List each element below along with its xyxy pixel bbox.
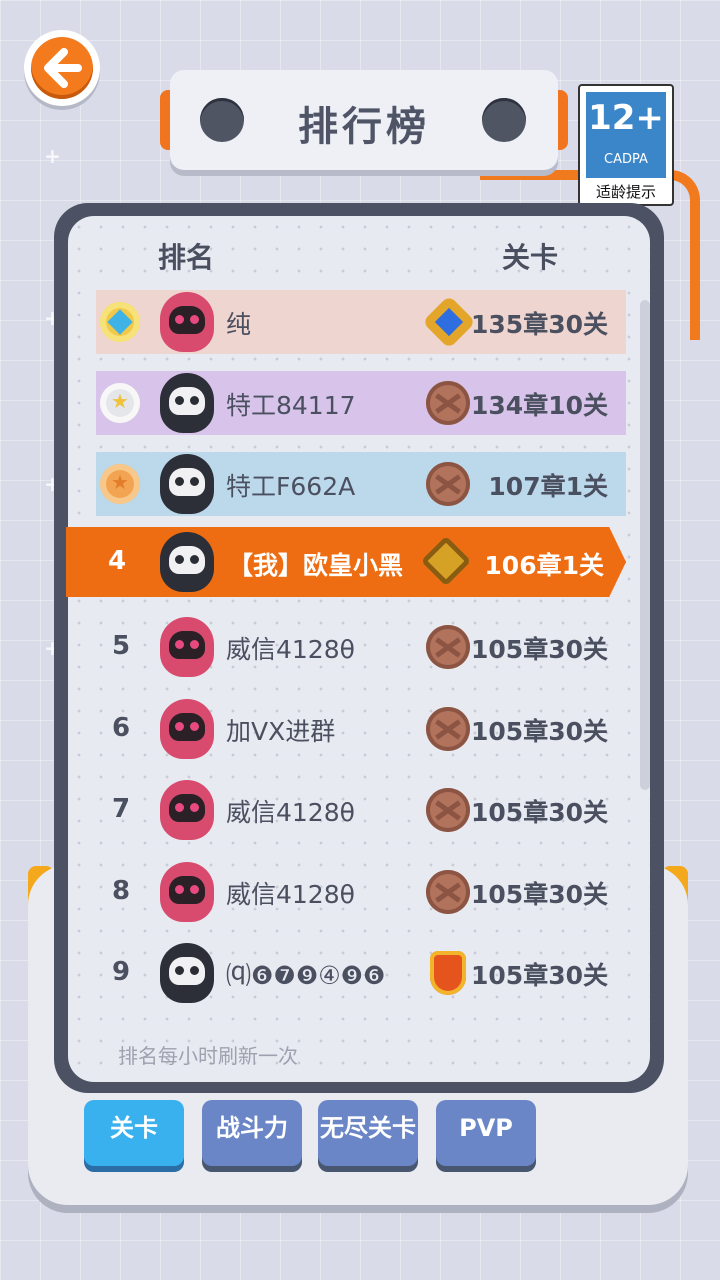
leaderboard-row: 纯 135章30关 [96, 290, 626, 354]
player-avatar [160, 780, 214, 840]
player-avatar [160, 532, 214, 592]
player-level: 105章30关 [471, 635, 608, 664]
title-plate: 排行榜 [170, 70, 558, 170]
my-rank-row: 4 【我】欧皇小黑 106章1关 [66, 527, 626, 597]
player-name: 【我】欧皇小黑 [228, 551, 404, 580]
bronze-rank-icon [426, 707, 470, 751]
leaderboard-row: 8 威信4128θ 105章30关 [96, 860, 626, 924]
bronze-rank-icon [426, 870, 470, 914]
player-level: 106章1关 [484, 551, 604, 580]
player-level: 134章10关 [471, 391, 608, 420]
player-name: 加VX进群 [226, 717, 336, 746]
rank-1-badge-icon [100, 302, 140, 342]
skull-shield-rank-icon [430, 951, 466, 995]
leaderboard-row: 特工84117 134章10关 [96, 371, 626, 435]
age-label: 适龄提示 [595, 183, 656, 201]
rank-number: 7 [111, 794, 131, 824]
rank-number: 9 [111, 957, 131, 987]
player-avatar [160, 943, 214, 1003]
back-button[interactable] [24, 30, 100, 106]
tab-pvp[interactable]: PVP [436, 1100, 536, 1166]
player-level: 135章30关 [471, 310, 608, 339]
player-name: 纯 [226, 310, 252, 339]
header-level: 关卡 [502, 241, 559, 274]
rank-number: 8 [111, 876, 131, 906]
tab-power[interactable]: 战斗力 [202, 1100, 302, 1166]
player-name: 威信4128θ [226, 798, 355, 827]
player-name: 特工F662A [226, 472, 356, 501]
player-name: ⒬❻❼❾④❾❻ [226, 961, 386, 990]
gold-rank-icon [420, 535, 472, 587]
scrollbar[interactable] [640, 300, 650, 790]
leaderboard-row: 特工F662A 107章1关 [96, 452, 626, 516]
player-avatar [160, 862, 214, 922]
rank-3-badge-icon [100, 464, 140, 504]
rank-number: 5 [111, 631, 131, 661]
tab-endless[interactable]: 无尽关卡 [318, 1100, 418, 1166]
arrow-left-icon [44, 48, 82, 88]
bronze-rank-icon [426, 381, 470, 425]
leaderboard-row: 5 威信4128θ 105章30关 [96, 615, 626, 679]
player-avatar [160, 699, 214, 759]
age-rating-badge: 12+ CADPA 适龄提示 [578, 84, 674, 206]
refresh-note: 排名每小时刷新一次 [118, 1044, 298, 1068]
age-number: 12+ [588, 98, 664, 138]
page-title: 排行榜 [298, 104, 430, 150]
bronze-rank-icon [426, 788, 470, 832]
player-avatar [160, 292, 214, 352]
leaderboard-row: 7 威信4128θ 105章30关 [96, 778, 626, 842]
player-name: 威信4128θ [226, 880, 355, 909]
player-avatar [160, 373, 214, 433]
header-rank: 排名 [158, 241, 215, 274]
leaderboard-row: 9 ⒬❻❼❾④❾❻ 105章30关 [96, 941, 626, 1005]
player-level: 107章1关 [488, 472, 608, 501]
bronze-rank-icon [426, 462, 470, 506]
player-name: 特工84117 [226, 391, 356, 420]
player-level: 105章30关 [471, 798, 608, 827]
player-level: 105章30关 [471, 961, 608, 990]
player-name: 威信4128θ [226, 635, 355, 664]
leaderboard-row: 6 加VX进群 105章30关 [96, 697, 626, 761]
player-avatar [160, 454, 214, 514]
rank-2-badge-icon [100, 383, 140, 423]
rank-number: 6 [111, 713, 131, 743]
player-avatar [160, 617, 214, 677]
gem-rank-icon [422, 295, 476, 349]
bronze-rank-icon [426, 625, 470, 669]
player-level: 105章30关 [471, 880, 608, 909]
player-level: 105章30关 [471, 717, 608, 746]
rank-number: 4 [107, 546, 127, 576]
age-org: CADPA [604, 152, 648, 167]
tab-level[interactable]: 关卡 [84, 1100, 184, 1166]
decor-plus: + [44, 144, 61, 168]
